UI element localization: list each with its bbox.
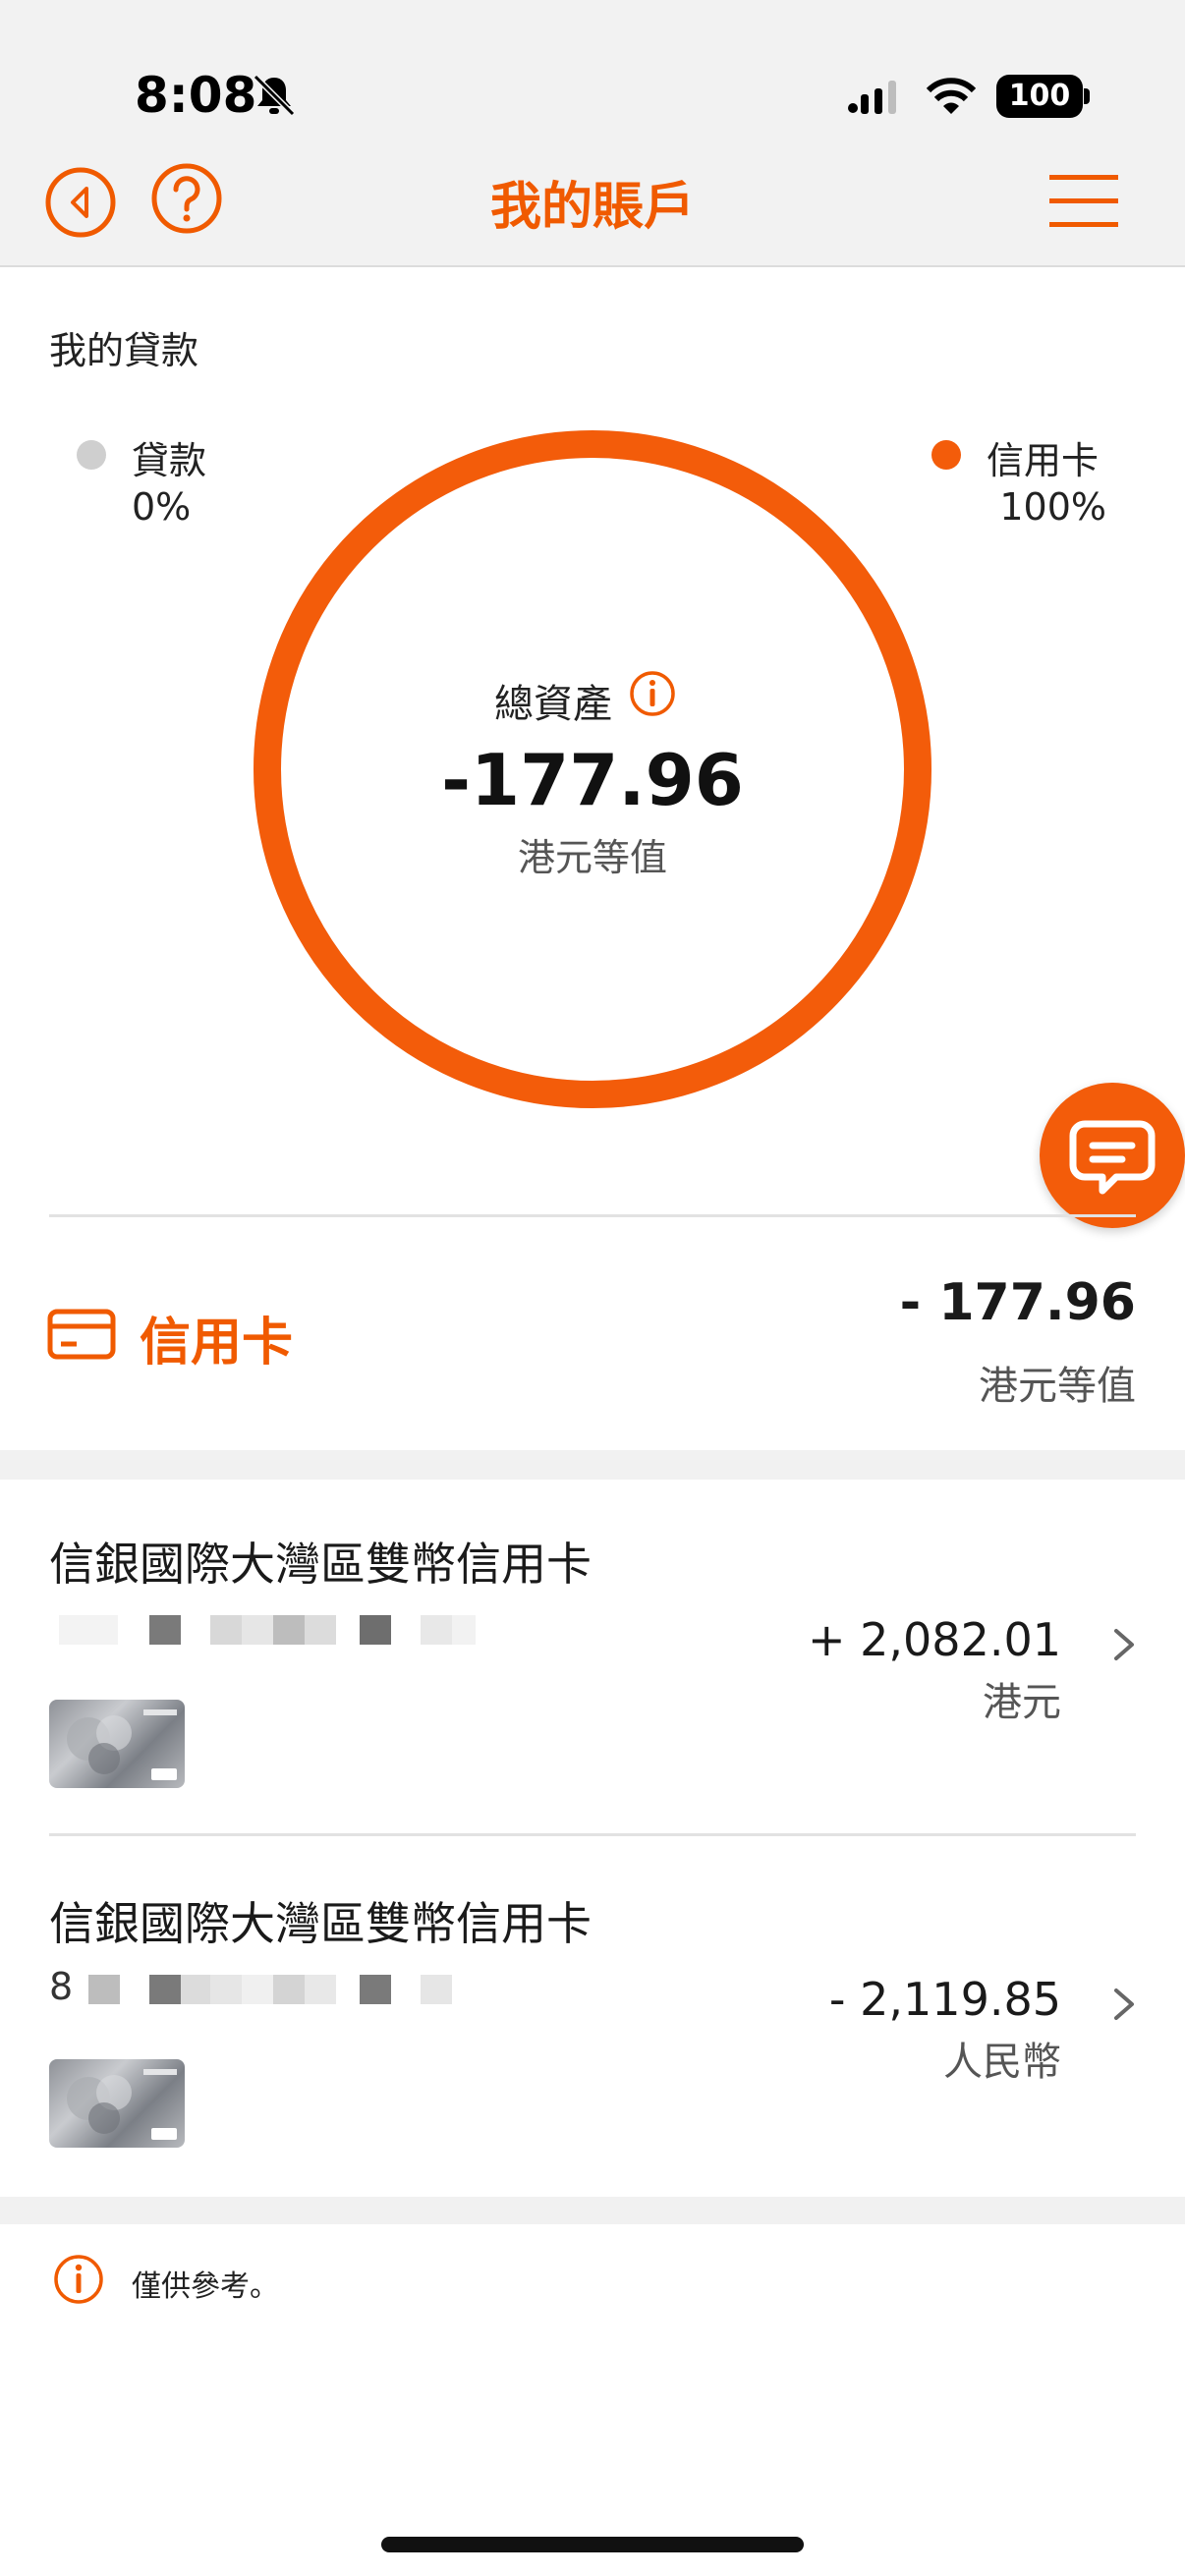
card-currency: 人民幣 xyxy=(943,2040,1061,2085)
bell-muted-icon xyxy=(253,74,296,117)
battery-icon: 100 xyxy=(996,75,1083,118)
card-image xyxy=(49,1700,185,1788)
card-amount: + 2,082.01 xyxy=(807,1613,1061,1666)
card-name: 信銀國際大灣區雙幣信用卡 xyxy=(49,1538,592,1591)
page-title: 我的賬戶 xyxy=(489,178,695,237)
legend-label-loan: 貸款 xyxy=(132,439,207,482)
legend-percent-loan: 0% xyxy=(132,485,192,529)
battery-tip xyxy=(1084,88,1090,104)
chevron-right-icon[interactable] xyxy=(1108,1625,1140,1664)
section-title: 我的貸款 xyxy=(49,329,199,372)
category-amount: - 177.96 xyxy=(899,1273,1136,1332)
section-separator xyxy=(0,1450,1185,1480)
chat-icon xyxy=(1069,1120,1156,1195)
total-assets-value: -177.96 xyxy=(441,739,744,821)
card-image xyxy=(49,2059,185,2148)
back-icon[interactable] xyxy=(43,165,118,240)
divider xyxy=(49,1833,1136,1836)
card-amount: - 2,119.85 xyxy=(828,1973,1061,2026)
card-list-item[interactable]: 信銀國際大灣區雙幣信用卡 8 - 2,119.85 人民幣 xyxy=(0,1839,1185,2199)
chevron-right-icon[interactable] xyxy=(1108,1985,1140,2024)
home-indicator[interactable] xyxy=(381,2537,804,2552)
info-icon xyxy=(54,2255,103,2304)
cellular-signal-icon xyxy=(848,81,896,114)
section-separator xyxy=(0,2197,1185,2224)
help-icon[interactable] xyxy=(149,161,224,236)
card-name: 信銀國際大灣區雙幣信用卡 xyxy=(49,1897,592,1950)
card-number-prefix: 8 xyxy=(49,1965,74,2008)
status-time: 8:08 xyxy=(135,67,257,124)
card-currency: 港元 xyxy=(983,1680,1061,1725)
credit-card-icon xyxy=(47,1309,116,1360)
legend-label-credit-card: 信用卡 xyxy=(987,439,1100,482)
legend-percent-credit-card: 100% xyxy=(999,485,1106,529)
disclaimer-text: 僅供參考。 xyxy=(132,2269,279,2304)
category-amount-unit: 港元等值 xyxy=(979,1364,1136,1409)
card-number-masked: 8 xyxy=(49,1965,501,2010)
menu-icon[interactable] xyxy=(1049,163,1118,238)
nav-bar: 我的賬戶 xyxy=(0,147,1185,267)
card-list-item[interactable]: 信銀國際大灣區雙幣信用卡 + 2,082.01 港元 xyxy=(0,1480,1185,1839)
total-assets-label: 總資產 xyxy=(494,682,612,727)
divider xyxy=(49,1214,1136,1217)
info-icon[interactable] xyxy=(629,670,676,717)
card-number-masked xyxy=(49,1615,501,1651)
legend-dot-loan xyxy=(77,440,106,470)
wifi-icon xyxy=(926,78,977,114)
chat-button[interactable] xyxy=(1040,1083,1185,1228)
total-assets-unit: 港元等值 xyxy=(517,836,667,879)
status-bar: 8:08 100 xyxy=(0,0,1185,147)
category-label-credit-card[interactable]: 信用卡 xyxy=(140,1301,293,1374)
